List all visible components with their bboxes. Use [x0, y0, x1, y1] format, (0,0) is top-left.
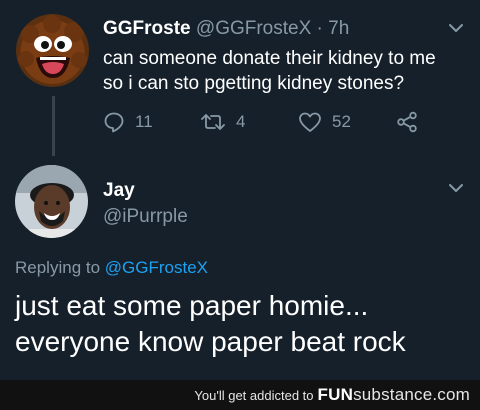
heart-icon: [299, 112, 321, 132]
reply-count: 11: [135, 112, 153, 131]
chevron-down-icon[interactable]: [448, 180, 464, 196]
retweet-count: 4: [236, 112, 246, 131]
footer-tagline: You'll get addicted to: [194, 387, 314, 403]
thread-connector-line: [52, 96, 55, 156]
handle-and-time[interactable]: @GGFrosteX · 7h: [196, 18, 349, 39]
avatar[interactable]: [15, 165, 88, 238]
watermark-footer: You'll get addicted to FUNsubstance.com: [0, 380, 480, 410]
tweet-header: GGFroste @GGFrosteX · 7h: [103, 18, 349, 40]
footer-brand: FUNsubstance.com: [318, 385, 470, 405]
reply-icon: [104, 112, 124, 133]
share-button[interactable]: [396, 108, 418, 136]
avatar[interactable]: [16, 14, 89, 87]
tweet-text: just eat some paper homie... everyone kn…: [15, 290, 406, 357]
tweet-actions: 11 4 52: [0, 108, 480, 138]
retweet-icon: [201, 114, 225, 130]
reply-tweet[interactable]: Jay @iPurrple Replying to @GGFrosteX jus…: [0, 150, 480, 410]
display-name[interactable]: GGFroste: [103, 18, 191, 39]
original-tweet[interactable]: GGFroste @GGFrosteX · 7h can someone don…: [0, 0, 480, 150]
reply-button[interactable]: 11: [103, 108, 153, 136]
display-name[interactable]: Jay: [103, 180, 135, 202]
avatar-image: [16, 14, 89, 87]
mention-link[interactable]: @GGFrosteX: [105, 258, 208, 277]
avatar-image: [15, 165, 88, 238]
like-button[interactable]: 52: [298, 108, 351, 136]
share-icon: [397, 111, 417, 133]
replying-prefix: Replying to: [15, 258, 101, 277]
brand-fun: FUN: [317, 385, 354, 404]
retweet-button[interactable]: 4: [200, 108, 245, 136]
brand-rest: substance.com: [353, 385, 470, 404]
chevron-down-icon[interactable]: [448, 20, 464, 36]
replying-to: Replying to @GGFrosteX: [15, 258, 208, 278]
handle[interactable]: @iPurrple: [103, 206, 188, 228]
tweet-text: can someone donate their kidney to me so…: [103, 48, 436, 94]
like-count: 52: [332, 112, 351, 131]
